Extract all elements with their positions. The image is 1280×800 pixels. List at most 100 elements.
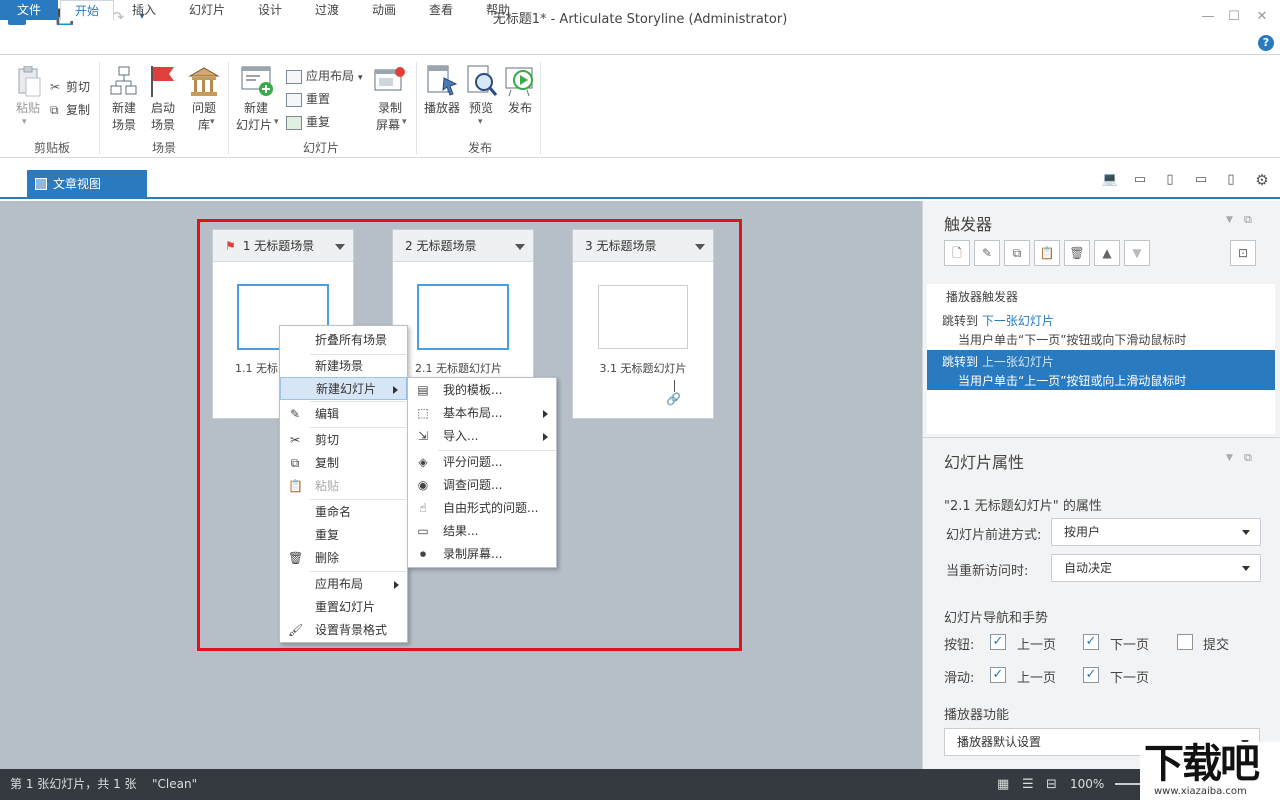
menu-item-edit[interactable]: ✎编辑 xyxy=(280,403,407,426)
move-up-icon[interactable]: ▲ xyxy=(1094,240,1120,266)
edit-trigger-icon[interactable]: ✎ xyxy=(974,240,1000,266)
record-screen-label-2[interactable]: 屏幕 xyxy=(370,117,406,133)
delete-trigger-icon[interactable]: 🗑 xyxy=(1064,240,1090,266)
publish-button[interactable]: 发布 xyxy=(500,100,540,116)
copy-trigger-icon[interactable]: ⧉ xyxy=(1004,240,1030,266)
record-screen-label-1[interactable]: 录制 xyxy=(370,100,410,116)
player-icon[interactable] xyxy=(426,64,458,101)
tab-file[interactable]: 文件 xyxy=(0,0,58,20)
phone-landscape-icon[interactable]: ▭ xyxy=(1192,172,1210,188)
trigger-target[interactable]: 下一张幻灯片 xyxy=(982,314,1054,328)
apply-layout-button[interactable]: 应用布局▾ xyxy=(286,66,363,86)
next-button-checkbox[interactable]: ✓ xyxy=(1083,634,1099,650)
maximize-icon[interactable]: ☐ xyxy=(1220,6,1248,28)
fit-view-icon[interactable]: ⊟ xyxy=(1046,769,1057,800)
trigger-item[interactable]: 跳转到 下一张幻灯片 当用户单击“下一页”按钮或向下滑动鼠标时 xyxy=(942,312,1272,348)
close-icon[interactable]: ✕ xyxy=(1248,6,1276,28)
paste-icon[interactable] xyxy=(16,66,42,98)
new-slide-icon[interactable] xyxy=(241,64,275,101)
submenu-item-freeform-question[interactable]: ☝自由形式的问题... xyxy=(408,497,556,520)
advance-select[interactable]: 按用户 xyxy=(1051,518,1261,546)
tablet-landscape-icon[interactable]: ▭ xyxy=(1131,172,1149,188)
submenu-item-results[interactable]: ▭结果... xyxy=(408,520,556,543)
tablet-portrait-icon[interactable]: ▯ xyxy=(1161,172,1179,188)
preview-icon[interactable] xyxy=(466,64,498,101)
menu-item-delete[interactable]: 🗑删除 xyxy=(280,547,407,570)
new-slide-label-2[interactable]: 幻灯片 xyxy=(233,117,275,133)
tab-insert[interactable]: 插入 xyxy=(122,0,166,20)
menu-item-rename[interactable]: 重命名 xyxy=(280,501,407,524)
copy-button[interactable]: ⧉复制 xyxy=(50,100,90,120)
grid-view-icon[interactable]: ▦ xyxy=(997,769,1009,800)
duplicate-button[interactable]: 重复 xyxy=(286,112,330,132)
tab-slides[interactable]: 幻灯片 xyxy=(180,0,234,20)
menu-item-new-scene[interactable]: 新建场景 xyxy=(280,355,407,378)
new-scene-label-2[interactable]: 场景 xyxy=(104,117,144,133)
submenu-item-record-screen[interactable]: ⏺录制屏幕... xyxy=(408,543,556,566)
menu-item-duplicate[interactable]: 重复 xyxy=(280,524,407,547)
prev-button-checkbox[interactable]: ✓ xyxy=(990,634,1006,650)
move-down-icon[interactable]: ▼ xyxy=(1124,240,1150,266)
menu-item-collapse-scenes[interactable]: 折叠所有场景 xyxy=(280,329,407,352)
popout-icon[interactable]: ⧉ xyxy=(1244,213,1252,227)
settings-gear-icon[interactable]: ⚙ xyxy=(1253,172,1271,188)
menu-item-cut[interactable]: ✂剪切 xyxy=(280,429,407,452)
flag-icon[interactable] xyxy=(148,64,178,101)
question-bank-label-1[interactable]: 问题 xyxy=(184,100,224,116)
menu-item-paste[interactable]: 📋粘贴 xyxy=(280,475,407,498)
tab-view[interactable]: 查看 xyxy=(419,0,463,20)
swipe-next-checkbox[interactable]: ✓ xyxy=(1083,667,1099,683)
new-slide-label-1[interactable]: 新建 xyxy=(236,100,276,116)
menu-item-reset-slide[interactable]: 重置幻灯片 xyxy=(280,596,407,619)
chevron-down-icon[interactable]: ▾ xyxy=(274,117,279,127)
publish-icon[interactable] xyxy=(505,64,537,101)
list-view-icon[interactable]: ☰ xyxy=(1022,769,1034,800)
chevron-down-icon[interactable]: ▼ xyxy=(1226,215,1233,225)
menu-item-apply-layout[interactable]: 应用布局 xyxy=(280,573,407,596)
question-bank-icon[interactable] xyxy=(188,66,220,101)
menu-item-new-slide[interactable]: 新建幻灯片 xyxy=(280,377,407,400)
start-scene-label-2[interactable]: 场景 xyxy=(143,117,183,133)
trigger-settings-icon[interactable]: ⊡ xyxy=(1230,240,1256,266)
tab-home[interactable]: 开始 xyxy=(60,0,114,21)
submenu-item-basic-layouts[interactable]: ⬚基本布局... xyxy=(408,402,556,425)
trigger-item-selected-text[interactable]: 跳转到 上一张幻灯片 当用户单击“上一页”按钮或向上滑动鼠标时 xyxy=(942,353,1272,389)
preview-button[interactable]: 预览 xyxy=(461,100,501,116)
cut-button[interactable]: ✂剪切 xyxy=(50,77,90,97)
trigger-target[interactable]: 上一张幻灯片 xyxy=(982,355,1054,369)
chevron-down-icon[interactable]: ▾ xyxy=(22,117,27,127)
new-scene-icon[interactable] xyxy=(110,66,138,101)
start-scene-label-1[interactable]: 启动 xyxy=(143,100,183,116)
paste-trigger-icon[interactable]: 📋 xyxy=(1034,240,1060,266)
phone-portrait-icon[interactable]: ▯ xyxy=(1222,172,1240,188)
chevron-down-icon[interactable]: ▼ xyxy=(1226,453,1233,463)
menu-item-format-background[interactable]: 🖌设置背景格式 xyxy=(280,619,407,642)
paste-button[interactable]: 粘贴 xyxy=(10,100,46,116)
tab-help[interactable]: 帮助 xyxy=(476,0,520,20)
new-trigger-icon[interactable]: 🗋 xyxy=(944,240,970,266)
help-icon[interactable]: ? xyxy=(1258,35,1274,51)
swipe-prev-checkbox[interactable]: ✓ xyxy=(990,667,1006,683)
menu-item-copy[interactable]: ⧉复制 xyxy=(280,452,407,475)
chevron-down-icon[interactable]: ▾ xyxy=(478,117,483,127)
tab-animations[interactable]: 动画 xyxy=(362,0,406,20)
new-scene-label-1[interactable]: 新建 xyxy=(104,100,144,116)
minimize-icon[interactable]: — xyxy=(1194,6,1222,28)
tab-transitions[interactable]: 过渡 xyxy=(305,0,349,20)
question-bank-label-2[interactable]: 库 xyxy=(184,117,224,133)
revisit-select[interactable]: 自动决定 xyxy=(1051,554,1261,582)
player-button[interactable]: 播放器 xyxy=(420,100,464,116)
submenu-item-survey-question[interactable]: ◉调查问题... xyxy=(408,474,556,497)
submit-button-checkbox[interactable] xyxy=(1177,634,1193,650)
record-screen-icon[interactable] xyxy=(374,66,408,101)
chevron-down-icon[interactable]: ▾ xyxy=(402,117,407,127)
submenu-item-graded-question[interactable]: ◈评分问题... xyxy=(408,451,556,474)
reset-button[interactable]: 重置 xyxy=(286,89,330,109)
zoom-level[interactable]: 100% xyxy=(1070,769,1104,800)
submenu-item-import[interactable]: ⇲导入... xyxy=(408,425,556,448)
popout-icon[interactable]: ⧉ xyxy=(1244,451,1252,465)
chevron-down-icon[interactable]: ▾ xyxy=(210,117,215,127)
tab-design[interactable]: 设计 xyxy=(248,0,292,20)
submenu-item-my-templates[interactable]: ▤我的模板... xyxy=(408,379,556,402)
laptop-icon[interactable]: 💻 xyxy=(1101,172,1119,188)
